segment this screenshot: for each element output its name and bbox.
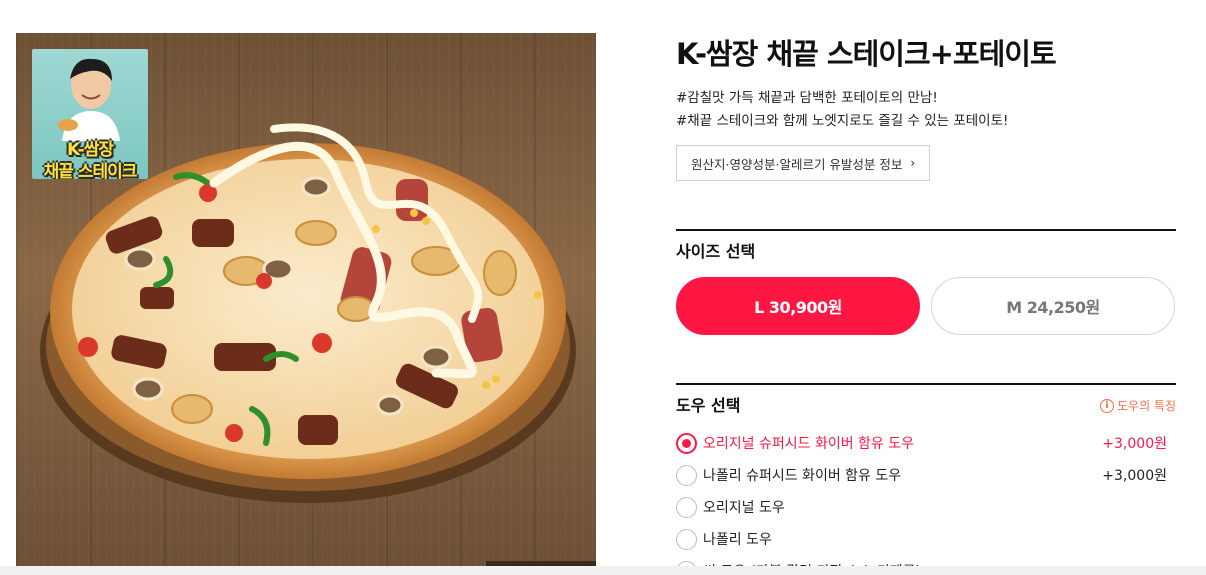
dough-option[interactable]: 나폴리 도우 (676, 523, 1176, 555)
radio-button[interactable] (676, 496, 697, 518)
dough-feature-label: 도우의 특징 (1116, 399, 1176, 413)
celebrity-icon (58, 58, 120, 141)
dough-section: 도우 선택 i 도우의 특징 오리지널 슈퍼시드 화이버 함유 도우 +3,00… (676, 383, 1176, 575)
dough-option[interactable]: 오리지널 슈퍼시드 화이버 함유 도우 +3,000원 (676, 427, 1176, 459)
radio-button[interactable] (676, 528, 697, 550)
size-section-title: 사이즈 선택 (676, 242, 756, 261)
product-image: K-쌈장 채끝 스테이크 (16, 33, 596, 575)
radio-button[interactable] (676, 464, 697, 486)
chevron-right-icon: › (910, 156, 916, 170)
dough-option-label: 오리지널 슈퍼시드 화이버 함유 도우 (703, 436, 914, 452)
size-section: 사이즈 선택 L 30,900원 M 24,250원 (676, 229, 1176, 335)
dough-option-label: 나폴리 슈퍼시드 화이버 함유 도우 (703, 468, 902, 484)
dough-option[interactable]: 나폴리 슈퍼시드 화이버 함유 도우 +3,000원 (676, 459, 1176, 491)
product-title: K-쌈장 채끝 스테이크+포테이토 (676, 37, 1057, 71)
dough-option-price: +3,000원 (1102, 468, 1167, 484)
description-line: #채끝 스테이크와 함께 노엣지로도 즐길 수 있는 포테이토! (676, 113, 1009, 129)
dough-option-price: +3,000원 (1102, 436, 1167, 452)
dough-option[interactable]: 오리지널 도우 (676, 491, 1176, 523)
size-option-large[interactable]: L 30,900원 (676, 277, 920, 335)
dough-option-label: 오리지널 도우 (703, 500, 785, 516)
badge-subtitle: 채끝 스테이크 (43, 162, 138, 179)
size-options: L 30,900원 M 24,250원 (676, 277, 1176, 335)
product-description: #감칠맛 가득 채끝과 담백한 포테이토의 만남! #채끝 스테이크와 함께 노… (676, 87, 1176, 133)
product-info: K-쌈장 채끝 스테이크+포테이토 #감칠맛 가득 채끝과 담백한 포테이토의 … (676, 33, 1176, 181)
dough-feature-link[interactable]: i 도우의 특징 (1099, 397, 1176, 414)
promo-badge: K-쌈장 채끝 스테이크 (32, 49, 148, 179)
nutrition-info-label: 원산지·영양성분·알레르기 유발성분 정보 (691, 156, 903, 172)
radio-button[interactable] (676, 432, 697, 454)
bottom-scroll-bar (0, 566, 1206, 575)
nutrition-info-button[interactable]: 원산지·영양성분·알레르기 유발성분 정보 › (676, 145, 931, 181)
info-circle-icon: i (1099, 398, 1114, 413)
size-option-medium[interactable]: M 24,250원 (931, 277, 1175, 335)
description-line: #감칠맛 가득 채끝과 담백한 포테이토의 만남! (676, 90, 938, 106)
dough-option-label: 나폴리 도우 (703, 532, 772, 548)
dough-options: 오리지널 슈퍼시드 화이버 함유 도우 +3,000원 나폴리 슈퍼시드 화이버… (676, 427, 1176, 575)
